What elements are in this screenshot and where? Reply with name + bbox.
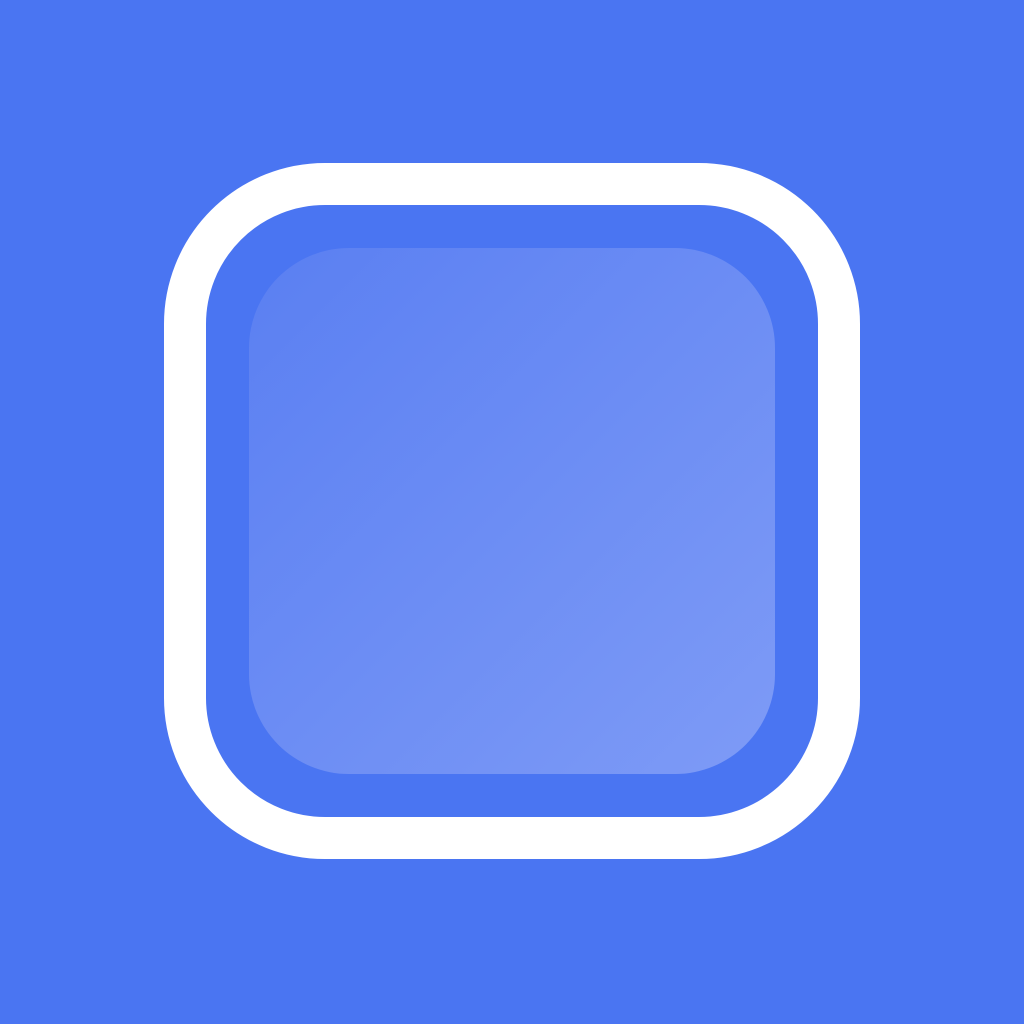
icon-inner-square xyxy=(249,248,775,774)
app-icon-canvas xyxy=(0,0,1024,1024)
rounded-square-icon xyxy=(0,0,1024,1024)
